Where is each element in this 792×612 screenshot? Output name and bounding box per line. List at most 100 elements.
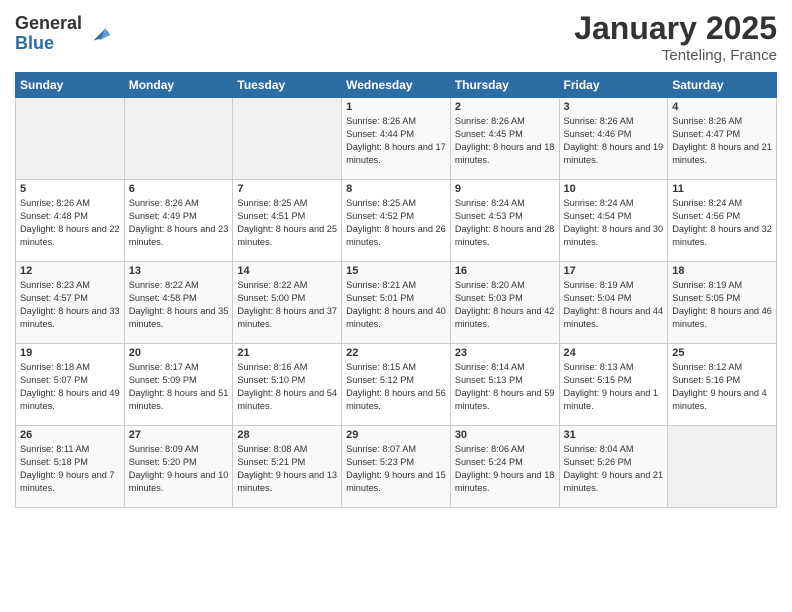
day-number: 30 <box>455 429 555 441</box>
day-info: Sunrise: 8:26 AM Sunset: 4:44 PM Dayligh… <box>346 115 446 167</box>
logo-icon <box>86 20 114 48</box>
day-info: Sunrise: 8:06 AM Sunset: 5:24 PM Dayligh… <box>455 443 555 495</box>
calendar-cell <box>668 426 777 508</box>
day-info: Sunrise: 8:25 AM Sunset: 4:51 PM Dayligh… <box>237 197 337 249</box>
week-row-4: 26 Sunrise: 8:11 AM Sunset: 5:18 PM Dayli… <box>16 426 777 508</box>
calendar-cell <box>16 98 125 180</box>
calendar-cell: 2 Sunrise: 8:26 AM Sunset: 4:45 PM Daylig… <box>450 98 559 180</box>
day-number: 5 <box>20 183 120 195</box>
logo-blue: Blue <box>15 34 82 54</box>
day-number: 22 <box>346 347 446 359</box>
day-number: 8 <box>346 183 446 195</box>
day-info: Sunrise: 8:23 AM Sunset: 4:57 PM Dayligh… <box>20 279 120 331</box>
day-number: 9 <box>455 183 555 195</box>
calendar-cell: 3Sunrise: 8:26 AM Sunset: 4:46 PM Daylig… <box>559 98 668 180</box>
calendar-cell: 15 Sunrise: 8:21 AM Sunset: 5:01 PM Dayli… <box>342 262 451 344</box>
day-info: Sunrise: 8:22 AM Sunset: 5:00 PM Dayligh… <box>237 279 337 331</box>
weekday-header-tuesday: Tuesday <box>233 73 342 98</box>
day-number: 24 <box>564 347 664 359</box>
day-info: Sunrise: 8:26 AM Sunset: 4:49 PM Dayligh… <box>129 197 229 249</box>
day-number: 18 <box>672 265 772 277</box>
calendar-cell: 5Sunrise: 8:26 AM Sunset: 4:48 PM Daylig… <box>16 180 125 262</box>
day-number: 16 <box>455 265 555 277</box>
day-number: 1 <box>346 101 446 113</box>
day-number: 6 <box>129 183 229 195</box>
calendar-cell: 7Sunrise: 8:25 AM Sunset: 4:51 PM Daylig… <box>233 180 342 262</box>
day-number: 17 <box>564 265 664 277</box>
day-info: Sunrise: 8:21 AM Sunset: 5:01 PM Dayligh… <box>346 279 446 331</box>
day-info: Sunrise: 8:09 AM Sunset: 5:20 PM Dayligh… <box>129 443 229 495</box>
weekday-header-monday: Monday <box>124 73 233 98</box>
calendar-cell: 28 Sunrise: 8:08 AM Sunset: 5:21 PM Dayli… <box>233 426 342 508</box>
calendar-cell: 26 Sunrise: 8:11 AM Sunset: 5:18 PM Dayli… <box>16 426 125 508</box>
day-info: Sunrise: 8:22 AM Sunset: 4:58 PM Dayligh… <box>129 279 229 331</box>
day-info: Sunrise: 8:08 AM Sunset: 5:21 PM Dayligh… <box>237 443 337 495</box>
day-number: 3 <box>564 101 664 113</box>
calendar-cell: 13Sunrise: 8:22 AM Sunset: 4:58 PM Dayli… <box>124 262 233 344</box>
weekday-header-row: SundayMondayTuesdayWednesdayThursdayFrid… <box>16 73 777 98</box>
calendar-cell: 21 Sunrise: 8:16 AM Sunset: 5:10 PM Dayli… <box>233 344 342 426</box>
calendar-subtitle: Tenteling, France <box>574 47 777 64</box>
day-number: 15 <box>346 265 446 277</box>
day-info: Sunrise: 8:18 AM Sunset: 5:07 PM Dayligh… <box>20 361 120 413</box>
calendar-cell: 27Sunrise: 8:09 AM Sunset: 5:20 PM Dayli… <box>124 426 233 508</box>
day-number: 21 <box>237 347 337 359</box>
calendar-cell: 19 Sunrise: 8:18 AM Sunset: 5:07 PM Dayli… <box>16 344 125 426</box>
day-number: 29 <box>346 429 446 441</box>
day-number: 2 <box>455 101 555 113</box>
calendar-title: January 2025 <box>574 10 777 47</box>
day-number: 23 <box>455 347 555 359</box>
calendar-cell: 24 Sunrise: 8:13 AM Sunset: 5:15 PM Dayli… <box>559 344 668 426</box>
title-section: January 2025 Tenteling, France <box>574 10 777 64</box>
day-info: Sunrise: 8:26 AM Sunset: 4:47 PM Dayligh… <box>672 115 772 167</box>
day-info: Sunrise: 8:24 AM Sunset: 4:56 PM Dayligh… <box>672 197 772 249</box>
week-row-3: 19 Sunrise: 8:18 AM Sunset: 5:07 PM Dayli… <box>16 344 777 426</box>
calendar-cell: 11 Sunrise: 8:24 AM Sunset: 4:56 PM Dayli… <box>668 180 777 262</box>
day-info: Sunrise: 8:19 AM Sunset: 5:04 PM Dayligh… <box>564 279 664 331</box>
day-info: Sunrise: 8:15 AM Sunset: 5:12 PM Dayligh… <box>346 361 446 413</box>
week-row-1: 5Sunrise: 8:26 AM Sunset: 4:48 PM Daylig… <box>16 180 777 262</box>
weekday-header-wednesday: Wednesday <box>342 73 451 98</box>
day-info: Sunrise: 8:14 AM Sunset: 5:13 PM Dayligh… <box>455 361 555 413</box>
weekday-header-thursday: Thursday <box>450 73 559 98</box>
page: General Blue January 2025 Tenteling, Fra… <box>0 0 792 612</box>
calendar-cell: 4 Sunrise: 8:26 AM Sunset: 4:47 PM Daylig… <box>668 98 777 180</box>
header: General Blue January 2025 Tenteling, Fra… <box>15 10 777 64</box>
calendar-cell <box>233 98 342 180</box>
day-info: Sunrise: 8:17 AM Sunset: 5:09 PM Dayligh… <box>129 361 229 413</box>
logo-general: General <box>15 14 82 34</box>
calendar-cell: 22 Sunrise: 8:15 AM Sunset: 5:12 PM Dayli… <box>342 344 451 426</box>
day-info: Sunrise: 8:04 AM Sunset: 5:26 PM Dayligh… <box>564 443 664 495</box>
day-info: Sunrise: 8:25 AM Sunset: 4:52 PM Dayligh… <box>346 197 446 249</box>
day-info: Sunrise: 8:24 AM Sunset: 4:53 PM Dayligh… <box>455 197 555 249</box>
day-info: Sunrise: 8:11 AM Sunset: 5:18 PM Dayligh… <box>20 443 120 495</box>
calendar-cell: 16Sunrise: 8:20 AM Sunset: 5:03 PM Dayli… <box>450 262 559 344</box>
calendar-cell: 10Sunrise: 8:24 AM Sunset: 4:54 PM Dayli… <box>559 180 668 262</box>
calendar-cell: 23 Sunrise: 8:14 AM Sunset: 5:13 PM Dayli… <box>450 344 559 426</box>
calendar-cell: 8 Sunrise: 8:25 AM Sunset: 4:52 PM Daylig… <box>342 180 451 262</box>
day-number: 20 <box>129 347 229 359</box>
day-info: Sunrise: 8:13 AM Sunset: 5:15 PM Dayligh… <box>564 361 664 413</box>
calendar-cell: 12Sunrise: 8:23 AM Sunset: 4:57 PM Dayli… <box>16 262 125 344</box>
day-number: 14 <box>237 265 337 277</box>
day-number: 25 <box>672 347 772 359</box>
calendar-cell: 18Sunrise: 8:19 AM Sunset: 5:05 PM Dayli… <box>668 262 777 344</box>
weekday-header-friday: Friday <box>559 73 668 98</box>
day-number: 26 <box>20 429 120 441</box>
calendar-cell: 17 Sunrise: 8:19 AM Sunset: 5:04 PM Dayli… <box>559 262 668 344</box>
day-number: 11 <box>672 183 772 195</box>
day-info: Sunrise: 8:24 AM Sunset: 4:54 PM Dayligh… <box>564 197 664 249</box>
day-info: Sunrise: 8:07 AM Sunset: 5:23 PM Dayligh… <box>346 443 446 495</box>
day-info: Sunrise: 8:16 AM Sunset: 5:10 PM Dayligh… <box>237 361 337 413</box>
calendar-cell: 6 Sunrise: 8:26 AM Sunset: 4:49 PM Daylig… <box>124 180 233 262</box>
logo: General Blue <box>15 14 114 54</box>
day-number: 4 <box>672 101 772 113</box>
week-row-0: 1 Sunrise: 8:26 AM Sunset: 4:44 PM Daylig… <box>16 98 777 180</box>
day-info: Sunrise: 8:26 AM Sunset: 4:45 PM Dayligh… <box>455 115 555 167</box>
weekday-header-saturday: Saturday <box>668 73 777 98</box>
day-number: 19 <box>20 347 120 359</box>
calendar-cell: 1 Sunrise: 8:26 AM Sunset: 4:44 PM Daylig… <box>342 98 451 180</box>
calendar-cell: 30 Sunrise: 8:06 AM Sunset: 5:24 PM Dayli… <box>450 426 559 508</box>
day-number: 28 <box>237 429 337 441</box>
calendar-cell: 9 Sunrise: 8:24 AM Sunset: 4:53 PM Daylig… <box>450 180 559 262</box>
